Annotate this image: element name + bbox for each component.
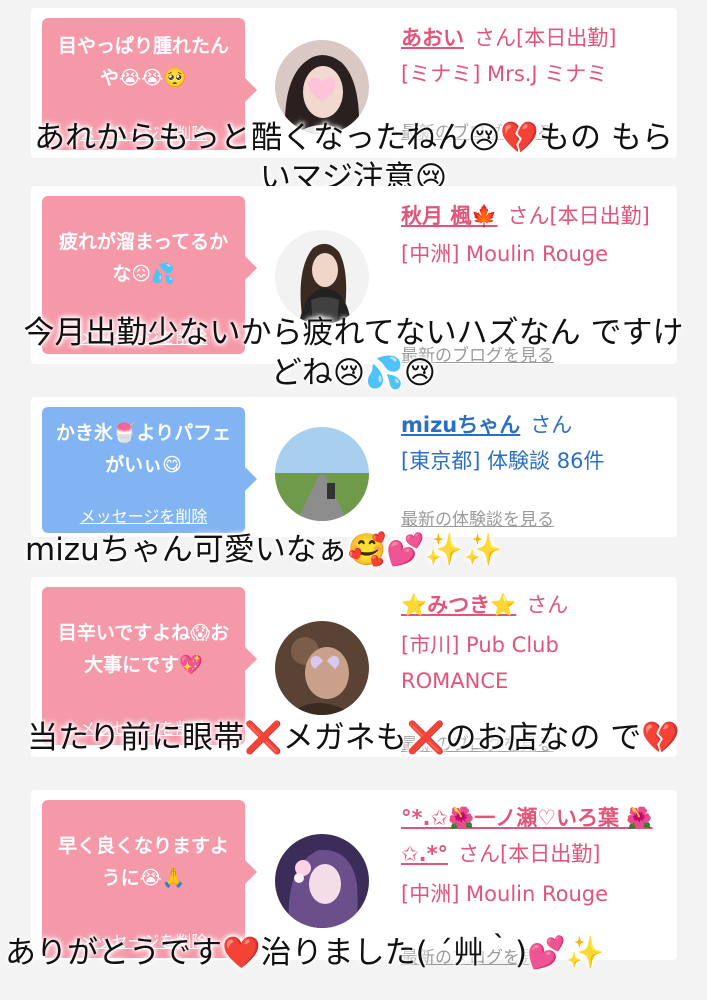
sender-shop: [ミナミ] Mrs.J ミナミ: [401, 62, 608, 86]
message-text: かき氷🍧よりパフェがいぃ😋: [55, 422, 232, 476]
sender-info: あおい さん[本日出勤] [ミナミ] Mrs.J ミナミ 最新のブログを見る: [401, 20, 667, 143]
delete-message-link[interactable]: メッセージを削除: [42, 503, 245, 527]
caption: 今月出勤少ないから疲れてないハズなん ですけどね😢💦😢: [23, 315, 684, 391]
sender-status: さん[本日出勤]: [507, 204, 650, 228]
sender-shop: [中洲] Moulin Rouge: [401, 882, 609, 906]
sender-name-link[interactable]: あおい: [401, 26, 464, 50]
sender-shop: [中洲] Moulin Rouge: [401, 242, 609, 266]
sender-info: °*.✩🌺一ノ瀬♡いろ葉 🌺✩.*° さん[本日出勤] [中洲] Moulin R…: [401, 800, 667, 968]
sender-status: さん[本日出勤]: [474, 26, 617, 50]
avatar[interactable]: [275, 621, 369, 715]
sender-status: さん[本日出勤]: [458, 842, 601, 866]
caption: mizuちゃん可愛いなぁ🥰💕✨✨: [25, 532, 503, 568]
message-bubble: かき氷🍧よりパフェがいぃ😋 メッセージを削除: [42, 407, 257, 533]
message-text: 目やっぱり腫れたんや😭😭🥺: [57, 35, 229, 89]
sender-info: mizuちゃん さん [東京都] 体験談 86件 最新の体験談を見る: [401, 407, 667, 530]
caption: ありがとうです❤️治りました( ´艸｀)💕✨: [5, 935, 605, 971]
sender-name-link[interactable]: ⭐みつき⭐: [401, 593, 516, 617]
sender-shop: [市川] Pub Club ROMANCE: [401, 633, 559, 693]
sender-name-link[interactable]: 秋月 楓🍁: [401, 204, 497, 228]
avatar[interactable]: [275, 230, 369, 324]
sender-shop: [東京都] 体験談 86件: [401, 449, 605, 473]
message-text: 早く良くなりますように😭🙏: [57, 835, 229, 889]
sender-name-link[interactable]: mizuちゃん: [401, 413, 520, 437]
message-card: かき氷🍧よりパフェがいぃ😋 メッセージを削除 mizuちゃん さん [東京都] 体…: [31, 397, 677, 537]
message-text: 疲れが溜まってるかな😖💦: [58, 231, 229, 285]
sender-info: ⭐みつき⭐ さん [市川] Pub Club ROMANCE 最新のブログを見る: [401, 587, 667, 755]
avatar[interactable]: [275, 834, 369, 928]
caption: 当たり前に眼帯❌メガネも❌のお店なの で💔: [27, 720, 680, 756]
sender-status: さん: [530, 413, 573, 437]
avatar[interactable]: [275, 427, 369, 521]
sender-info: 秋月 楓🍁 さん[本日出勤] [中洲] Moulin Rouge 最新のブログを見…: [401, 198, 667, 366]
message-text: 目辛いですよね😱お大事にです💖: [57, 622, 230, 676]
sender-status: さん: [526, 593, 569, 617]
